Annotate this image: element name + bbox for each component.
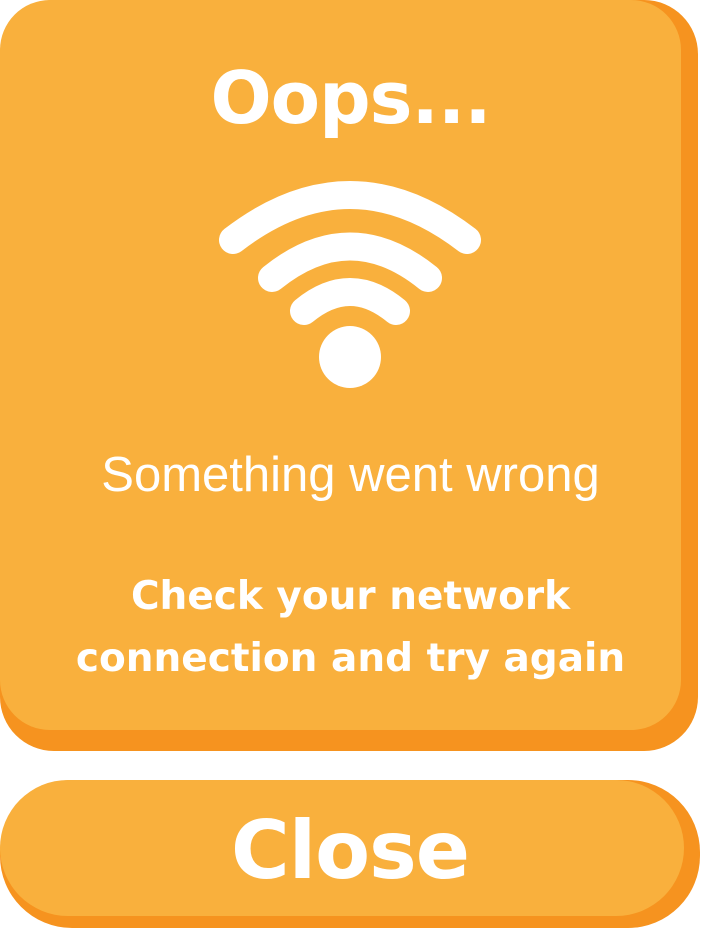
message-line: Check your network (130, 574, 571, 619)
dialog-subtitle: Something went wrong (101, 448, 600, 502)
wifi-dot (319, 326, 381, 388)
dialog-title: Oops... (210, 56, 491, 140)
wifi-arc-small (290, 278, 410, 325)
dialog-message: Check your network connection and try ag… (0, 566, 701, 690)
close-button[interactable]: Close (0, 780, 700, 928)
message-line: connection and try again (75, 636, 626, 681)
error-dialog: Oops... Something went wrong Check your … (0, 0, 698, 751)
wifi-arc-medium (258, 232, 442, 292)
close-button-label: Close (231, 804, 470, 897)
wifi-icon (219, 181, 481, 388)
